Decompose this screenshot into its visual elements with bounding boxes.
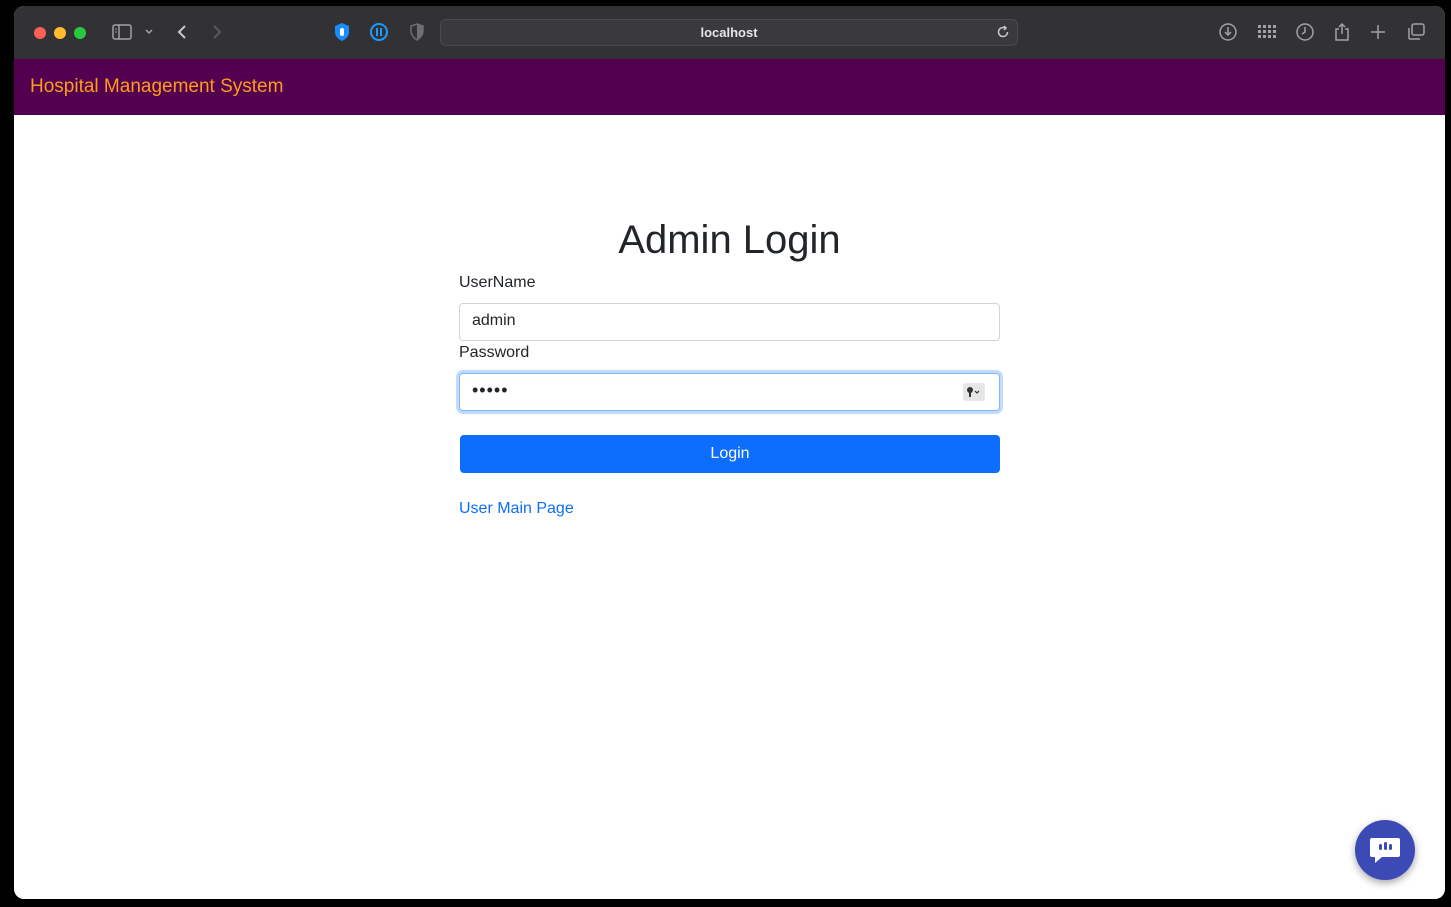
plus-icon[interactable] <box>1366 20 1390 44</box>
key-icon[interactable] <box>963 383 985 401</box>
chevron-down-icon[interactable] <box>137 20 161 44</box>
login-button[interactable]: Login <box>460 435 1000 473</box>
download-icon[interactable] <box>1216 20 1240 44</box>
forward-icon[interactable] <box>205 20 229 44</box>
username-value: admin <box>472 312 516 329</box>
username-label: UserName <box>459 274 536 291</box>
password-field[interactable]: ••••• <box>459 373 1000 411</box>
pause-icon[interactable] <box>367 20 391 44</box>
back-icon[interactable] <box>170 20 194 44</box>
top-navbar: Hospital Management System <box>14 59 1445 115</box>
share-icon[interactable] <box>1330 20 1354 44</box>
username-field[interactable]: admin <box>459 303 1000 341</box>
chat-icon[interactable] <box>1355 820 1415 880</box>
brand-link[interactable]: Hospital Management System <box>30 76 283 98</box>
url-text: localhost <box>700 25 758 40</box>
grid-icon[interactable] <box>1255 20 1279 44</box>
password-value: ••••• <box>472 380 509 400</box>
hand-icon[interactable] <box>330 20 354 44</box>
password-label: Password <box>459 344 530 361</box>
minimize-window-button[interactable] <box>54 27 66 39</box>
tabs-icon[interactable] <box>1404 20 1428 44</box>
address-bar[interactable]: localhost <box>440 19 1018 46</box>
page-title: Admin Login <box>618 218 841 262</box>
browser-toolbar: localhost <box>14 6 1445 60</box>
browser-window: localhost Hospital Management System Adm… <box>14 6 1445 899</box>
user-main-page-link[interactable]: User Main Page <box>459 500 574 518</box>
close-window-button[interactable] <box>34 27 46 39</box>
shield-icon[interactable] <box>405 20 429 44</box>
zoom-window-button[interactable] <box>74 27 86 39</box>
history-icon[interactable] <box>1293 20 1317 44</box>
sidebar-icon[interactable] <box>110 20 134 44</box>
reload-icon[interactable] <box>995 24 1011 40</box>
